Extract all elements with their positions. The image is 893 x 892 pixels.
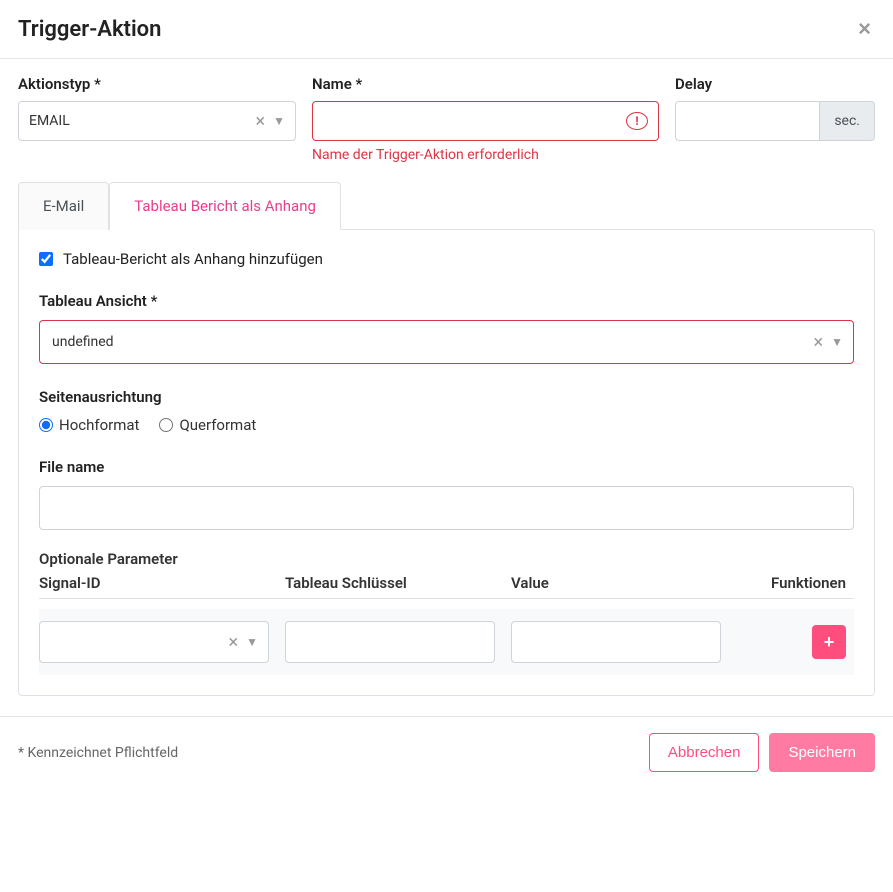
attach-checkbox[interactable] <box>39 252 53 266</box>
col-value-label: Value <box>511 574 721 592</box>
plus-icon: + <box>824 632 835 653</box>
orientation-portrait[interactable]: Hochformat <box>39 416 139 434</box>
tableau-panel: Tableau-Bericht als Anhang hinzufügen Ta… <box>18 229 875 696</box>
tableau-view-value: undefined <box>40 334 810 350</box>
close-button[interactable]: × <box>854 16 875 42</box>
close-icon: × <box>858 16 871 41</box>
required-note: * Kennzeichnet Pflichtfeld <box>18 745 178 761</box>
param-value-input[interactable] <box>512 622 720 662</box>
filename-label: File name <box>39 458 854 476</box>
col-fn-label: Funktionen <box>737 574 854 592</box>
clear-icon[interactable]: × <box>225 632 243 653</box>
col-signal-label: Signal-ID <box>39 574 269 592</box>
add-param-button[interactable]: + <box>812 625 846 659</box>
name-label: Name * <box>312 75 659 93</box>
action-type-value: EMAIL <box>19 113 252 129</box>
name-input-wrap: ! <box>312 101 659 141</box>
portrait-label: Hochformat <box>59 416 139 434</box>
param-signal-select[interactable]: × ▼ <box>39 621 269 663</box>
tab-email[interactable]: E-Mail <box>18 182 109 230</box>
delay-input[interactable] <box>676 102 819 140</box>
name-error-text: Name der Trigger-Aktion erforderlich <box>312 147 659 163</box>
cancel-button[interactable]: Abbrechen <box>649 733 760 772</box>
name-input[interactable] <box>313 102 626 140</box>
action-type-label: Aktionstyp * <box>18 75 296 93</box>
delay-unit: sec. <box>820 101 875 141</box>
attach-checkbox-label: Tableau-Bericht als Anhang hinzufügen <box>63 250 323 268</box>
landscape-radio[interactable] <box>159 418 173 432</box>
modal-title: Trigger-Aktion <box>18 17 161 42</box>
chevron-down-icon: ▼ <box>827 335 853 349</box>
landscape-label: Querformat <box>179 416 256 434</box>
chevron-down-icon: ▼ <box>269 114 295 128</box>
param-key-input[interactable] <box>286 622 494 662</box>
error-icon: ! <box>626 112 648 130</box>
orientation-landscape[interactable]: Querformat <box>159 416 256 434</box>
clear-icon[interactable]: × <box>252 111 270 132</box>
tableau-view-select[interactable]: undefined × ▼ <box>39 320 854 364</box>
chevron-down-icon: ▼ <box>242 635 268 649</box>
col-key-label: Tableau Schlüssel <box>285 574 495 592</box>
action-type-select[interactable]: EMAIL × ▼ <box>18 101 296 141</box>
portrait-radio[interactable] <box>39 418 53 432</box>
orientation-label: Seitenausrichtung <box>39 388 854 406</box>
tableau-view-label: Tableau Ansicht * <box>39 292 854 310</box>
save-button[interactable]: Speichern <box>769 733 875 772</box>
delay-label: Delay <box>675 75 875 93</box>
filename-input[interactable] <box>40 487 853 529</box>
param-section-title: Optionale Parameter <box>39 550 854 568</box>
clear-icon[interactable]: × <box>810 332 828 353</box>
tab-tableau[interactable]: Tableau Bericht als Anhang <box>109 182 341 230</box>
